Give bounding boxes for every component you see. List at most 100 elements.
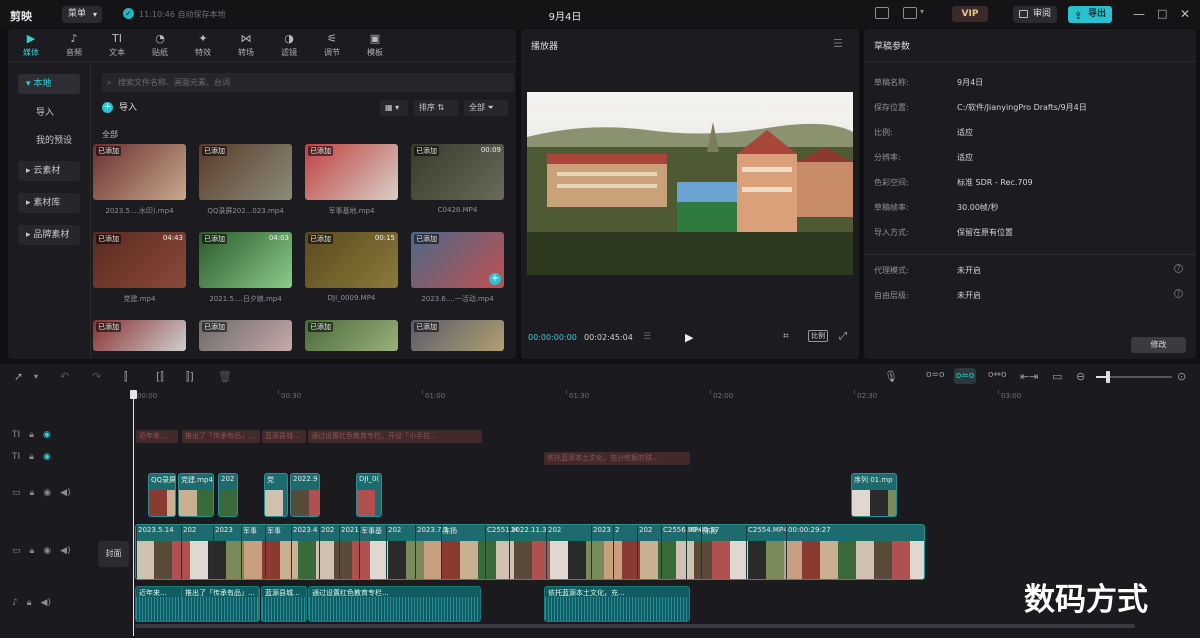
split-right-icon[interactable]: ⫿] [186, 370, 194, 384]
media-thumbnail[interactable]: 已添加 + [411, 232, 504, 288]
magnet-icon[interactable]: o=o [954, 368, 976, 384]
microphone-icon[interactable]: 🎙 [884, 370, 898, 383]
audio-clip[interactable]: 推出了「传承有品」... [181, 586, 259, 622]
video-preview[interactable] [527, 92, 853, 275]
audio-clip[interactable]: 通过设置红色教育专栏... [308, 586, 481, 622]
tab-filter[interactable]: ◑ 滤镜 [269, 33, 309, 58]
eye-icon[interactable]: ◉ [43, 452, 51, 462]
info-icon[interactable]: ? [1174, 264, 1183, 273]
media-thumbnail[interactable]: 已添加 00:09 [411, 144, 504, 200]
media-thumbnail[interactable]: 已添加 [411, 320, 504, 351]
sidebar-item-local[interactable]: ▾ 本地 [18, 74, 80, 94]
import-button[interactable]: + 导入 [102, 100, 137, 113]
preview-axis-icon[interactable]: ▭ [1052, 370, 1062, 383]
add-to-timeline-icon[interactable]: + [489, 273, 501, 285]
eye-icon[interactable]: ◉ [43, 546, 51, 556]
maximize-icon[interactable]: □ [1157, 7, 1167, 20]
link-main-icon[interactable]: o=o [926, 370, 945, 380]
lock-icon[interactable]: 🔒︎ [27, 598, 32, 608]
modify-button[interactable]: 修改 [1131, 337, 1186, 353]
undo-icon[interactable]: ↶ [60, 370, 69, 383]
zoom-out-icon[interactable]: ⊖ [1076, 370, 1085, 383]
overlay-clip[interactable]: 党 [264, 473, 288, 517]
media-thumbnail[interactable]: 已添加 04:03 [199, 232, 292, 288]
keyboard-icon[interactable] [875, 7, 889, 19]
filter-button[interactable]: 全部 ⏷ [464, 100, 508, 116]
ratio-button[interactable]: 比例 [808, 330, 828, 342]
text-clip[interactable]: 蓝源县城... [262, 430, 306, 443]
media-thumbnail[interactable]: 已添加 [305, 144, 398, 200]
link-icon[interactable]: o⇔o [988, 370, 1007, 380]
chevron-down-icon[interactable]: ▾ [34, 372, 38, 381]
tab-audio[interactable]: ♪ 音频 [54, 33, 94, 58]
split-left-icon[interactable]: [⫿ [156, 370, 164, 384]
media-thumbnail[interactable]: 已添加 [199, 144, 292, 200]
redo-icon[interactable]: ↷ [92, 370, 101, 383]
playhead[interactable] [133, 390, 134, 636]
text-clip[interactable]: 通过设置红色教育专栏，开设「小手拉... [308, 430, 482, 443]
overlay-clip[interactable]: 202 [218, 473, 238, 517]
menu-icon[interactable]: ☰ [833, 37, 843, 50]
tab-media[interactable]: ▶ 媒体 [11, 33, 51, 58]
sidebar-item-presets[interactable]: 我的预设 [18, 131, 80, 151]
tab-transition[interactable]: ⋈ 转场 [226, 33, 266, 58]
overlay-clip[interactable]: 序列 01.mp [851, 473, 897, 517]
tab-adjust[interactable]: ⚟ 调节 [312, 33, 352, 58]
overlay-clip[interactable]: 2022.9 [290, 473, 320, 517]
text-clip[interactable]: 依托蓝源本土文化，充分挖掘农耕... [544, 452, 690, 465]
sidebar-item-brand[interactable]: ▸ 品牌素材 [18, 225, 80, 245]
delete-icon[interactable]: 🗑 [218, 370, 232, 383]
volume-icon[interactable]: ◀) [41, 598, 51, 608]
main-track-clips[interactable]: 2023.5.14 202 2023 军事 军事 2023.4 202 2021. 军事基 202… [135, 524, 925, 580]
media-thumbnail[interactable]: 已添加 04:43 [93, 232, 186, 288]
chevron-down-icon[interactable]: ▾ [920, 7, 924, 16]
tab-sticker[interactable]: ◔ 贴纸 [140, 33, 180, 58]
timeline-scrollbar[interactable] [135, 624, 1135, 628]
lock-icon[interactable]: 🔒︎ [29, 430, 34, 440]
playhead-handle[interactable] [130, 390, 137, 399]
audio-clip[interactable]: 蓝源县城... [261, 586, 307, 622]
overlay-clip[interactable]: 党建.mp4 [178, 473, 214, 517]
focus-icon[interactable]: ⌗ [783, 331, 789, 342]
cursor-select-icon[interactable]: ➚ [14, 370, 23, 383]
search-input[interactable]: ⌕ 搜索文件名称、画面元素、台词 [102, 73, 514, 92]
lock-icon[interactable]: 🔒︎ [30, 546, 35, 556]
review-button[interactable]: 审阅 [1013, 6, 1057, 23]
minimize-icon[interactable]: — [1133, 7, 1145, 21]
media-thumbnail[interactable]: 已添加 [199, 320, 292, 351]
fullscreen-bars-icon[interactable]: ☰ [643, 332, 651, 342]
menu-button[interactable]: 菜单 ▾ [62, 6, 102, 23]
play-icon[interactable]: ▶ [685, 331, 693, 344]
text-clip[interactable]: 近年来... [136, 430, 178, 443]
fullscreen-icon[interactable]: ⤢ [839, 331, 847, 342]
sidebar-item-import[interactable]: 导入 [18, 103, 80, 123]
split-icon[interactable]: ⫿ [124, 370, 128, 384]
zoom-handle[interactable] [1106, 371, 1110, 383]
vip-badge[interactable]: VIP [952, 6, 988, 22]
layout-icon[interactable] [903, 7, 917, 19]
media-thumbnail[interactable]: 已添加 [93, 320, 186, 351]
audio-clip[interactable]: 依托蓝源本土文化，充... [544, 586, 690, 622]
sort-button[interactable]: 排序 ⇅ [414, 100, 458, 116]
view-mode-toggle[interactable]: ▦ ▾ [380, 100, 408, 116]
overlay-clip[interactable]: QQ录屏 [148, 473, 176, 517]
volume-icon[interactable]: ◀) [60, 488, 70, 498]
eye-icon[interactable]: ◉ [43, 430, 51, 440]
fit-timeline-icon[interactable]: ⊙ [1177, 370, 1186, 383]
timeline-ruler[interactable]: 00:00 00:30 01:00 01:30 02:00 02:30 03:00 [134, 390, 1200, 404]
media-thumbnail[interactable]: 已添加 00:15 [305, 232, 398, 288]
text-clip[interactable]: 推出了「传承有品」... [182, 430, 260, 443]
eye-icon[interactable]: ◉ [43, 488, 51, 498]
volume-icon[interactable]: ◀) [60, 546, 70, 556]
tab-effects[interactable]: ✦ 特效 [183, 33, 223, 58]
sidebar-item-library[interactable]: ▸ 素材库 [18, 193, 80, 213]
media-thumbnail[interactable]: 已添加 [305, 320, 398, 351]
export-button[interactable]: ⇪ 导出 [1068, 6, 1112, 23]
sidebar-item-cloud[interactable]: ▸ 云素材 [18, 161, 80, 181]
lock-icon[interactable]: 🔒︎ [30, 488, 35, 498]
cover-button[interactable]: 封面 [98, 541, 129, 567]
info-icon[interactable]: ? [1174, 289, 1183, 298]
tab-text[interactable]: TI 文本 [97, 33, 137, 58]
align-icon[interactable]: ⇤⇥ [1020, 370, 1038, 383]
overlay-clip[interactable]: DJI_0( [356, 473, 382, 517]
